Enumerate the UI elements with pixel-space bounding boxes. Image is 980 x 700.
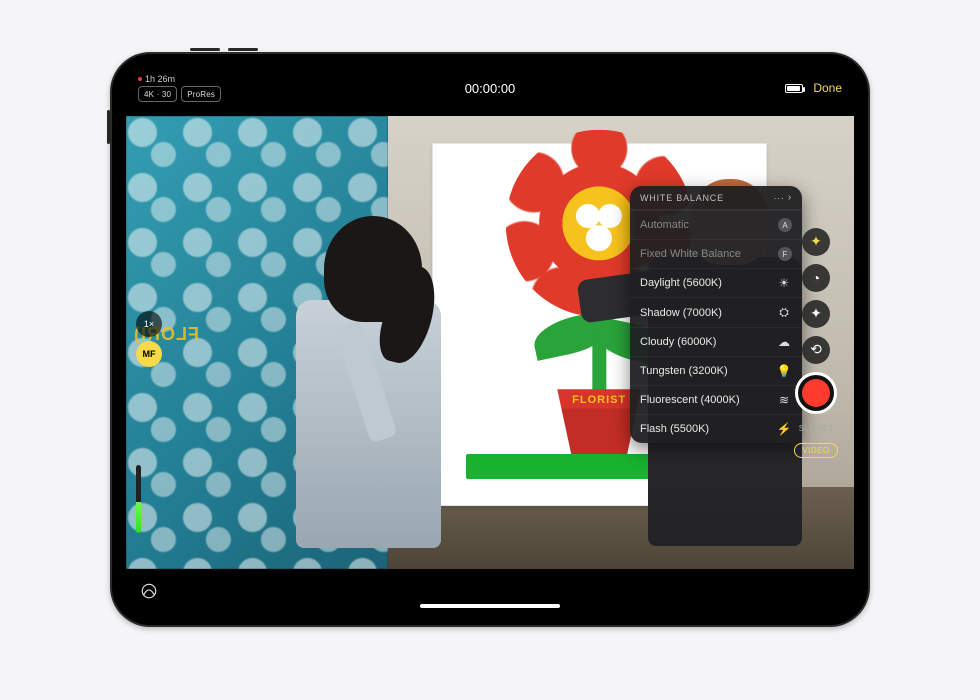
audio-meter bbox=[136, 465, 141, 533]
mode-slomo[interactable]: SLO-MO bbox=[792, 422, 841, 435]
record-button[interactable] bbox=[795, 372, 837, 414]
sun-icon: ☀ bbox=[776, 276, 792, 290]
wb-item-label: Tungsten (3200K) bbox=[640, 365, 728, 377]
hw-volume-up bbox=[190, 48, 220, 51]
wb-item-badge: F bbox=[778, 247, 792, 261]
resolution-chip[interactable]: 4K · 30 bbox=[138, 86, 177, 102]
timer-button[interactable]: ◔ bbox=[802, 264, 830, 292]
wb-item-label: Cloudy (6000K) bbox=[640, 336, 716, 348]
wb-more-button[interactable]: ··· › bbox=[773, 192, 792, 203]
mode-label: SLO-MO bbox=[799, 424, 834, 433]
wb-item-flash[interactable]: Flash (5500K) ⚡ bbox=[630, 414, 802, 443]
battery-icon bbox=[785, 84, 803, 93]
curves-icon[interactable] bbox=[140, 582, 158, 600]
cloud-icon: ☁ bbox=[776, 335, 792, 349]
zoom-label: 1× bbox=[144, 319, 154, 329]
white-balance-popover: WHITE BALANCE ··· › Automatic A Fixed Wh… bbox=[630, 186, 802, 443]
wb-item-tungsten[interactable]: Tungsten (3200K) 💡 bbox=[630, 356, 802, 385]
wb-item-automatic[interactable]: Automatic A bbox=[630, 210, 802, 239]
scene-person-left bbox=[250, 216, 483, 569]
wb-item-label: Fixed White Balance bbox=[640, 248, 741, 260]
flash-toggle-button[interactable]: ✦ bbox=[802, 300, 830, 328]
time-remaining-label: 1h 26m bbox=[145, 74, 175, 84]
wb-item-label: Shadow (7000K) bbox=[640, 307, 722, 319]
shadow-icon: ⛭ bbox=[776, 305, 792, 320]
wb-item-label: Fluorescent (4000K) bbox=[640, 394, 740, 406]
codec-chip[interactable]: ProRes bbox=[181, 86, 221, 102]
wb-item-label: Daylight (5600K) bbox=[640, 277, 722, 289]
wb-item-fluorescent[interactable]: Fluorescent (4000K) ≋ bbox=[630, 385, 802, 414]
zoom-button[interactable]: 1× bbox=[136, 311, 162, 337]
wb-item-label: Automatic bbox=[640, 219, 689, 231]
mode-video[interactable]: VIDEO bbox=[794, 443, 837, 458]
wb-item-label: Flash (5500K) bbox=[640, 423, 709, 435]
top-bar: 1h 26m 4K · 30 ProRes 00:00:00 Done bbox=[124, 66, 856, 110]
wb-item-shadow[interactable]: Shadow (7000K) ⛭ bbox=[630, 297, 802, 327]
hw-volume-down bbox=[228, 48, 258, 51]
done-button[interactable]: Done bbox=[813, 81, 842, 95]
wb-title: WHITE BALANCE bbox=[640, 193, 724, 203]
ipad-frame: 1h 26m 4K · 30 ProRes 00:00:00 Done bbox=[110, 52, 870, 627]
home-indicator[interactable] bbox=[420, 604, 560, 608]
resolution-label: 4K · 30 bbox=[144, 90, 171, 99]
rec-dot-icon bbox=[138, 77, 142, 81]
bulb-icon: 💡 bbox=[776, 364, 792, 378]
record-timer: 00:00:00 bbox=[124, 81, 856, 96]
record-dot-icon bbox=[802, 379, 830, 407]
manual-focus-button[interactable]: MF bbox=[136, 341, 162, 367]
time-remaining: 1h 26m bbox=[138, 74, 221, 84]
wb-item-cloudy[interactable]: Cloudy (6000K) ☁ bbox=[630, 327, 802, 356]
wb-item-fixed[interactable]: Fixed White Balance F bbox=[630, 239, 802, 268]
exposure-button[interactable]: ✦ bbox=[802, 228, 830, 256]
bottom-bar bbox=[124, 569, 856, 613]
wb-item-badge: A bbox=[778, 218, 792, 232]
flash-icon: ⚡ bbox=[776, 422, 792, 436]
screen: 1h 26m 4K · 30 ProRes 00:00:00 Done bbox=[124, 66, 856, 613]
codec-label: ProRes bbox=[187, 90, 215, 99]
wb-item-daylight[interactable]: Daylight (5600K) ☀ bbox=[630, 268, 802, 297]
mf-label: MF bbox=[143, 349, 156, 359]
mode-label: VIDEO bbox=[802, 446, 829, 455]
flip-camera-button[interactable]: ⟲ bbox=[802, 336, 830, 364]
fluorescent-icon: ≋ bbox=[776, 393, 792, 407]
